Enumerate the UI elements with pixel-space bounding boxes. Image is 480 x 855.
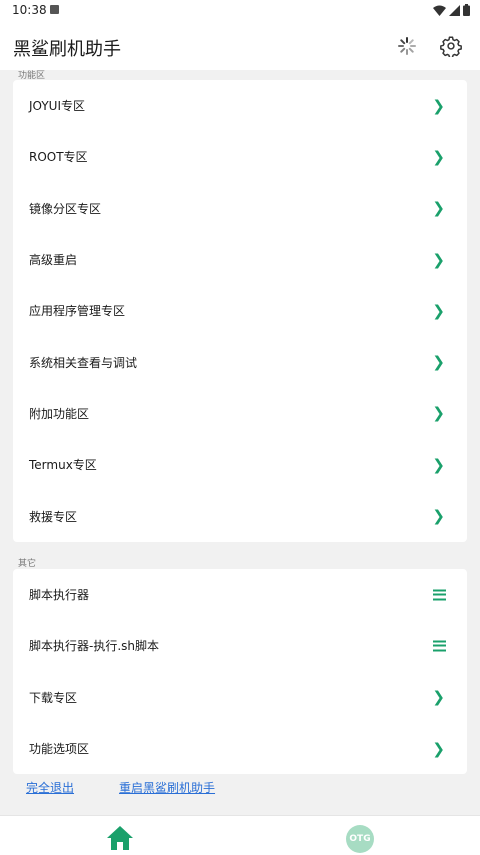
list-item-app-management[interactable]: 应用程序管理专区 ❯ bbox=[13, 285, 467, 336]
list-item-extra-features[interactable]: 附加功能区 ❯ bbox=[13, 388, 467, 439]
app-bar: 黑鲨刷机助手 bbox=[0, 22, 480, 70]
chevron-right-icon: ❯ bbox=[432, 147, 445, 166]
other-card: 脚本执行器 脚本执行器-执行.sh脚本 下载专区 ❯ 功能选项区 ❯ bbox=[13, 569, 467, 775]
loading-button[interactable] bbox=[394, 33, 420, 59]
chevron-right-icon: ❯ bbox=[432, 688, 445, 707]
features-card: JOYUI专区 ❯ ROOT专区 ❯ 镜像分区专区 ❯ 高级重启 ❯ 应用程序管理专区 ❯… bbox=[13, 80, 467, 542]
footer-links: 完全退出 重启黑鲨刷机助手 bbox=[26, 779, 215, 796]
list-item-label: 高级重启 bbox=[29, 253, 78, 268]
restart-app-link[interactable]: 重启黑鲨刷机助手 bbox=[119, 779, 215, 796]
list-item-rescue[interactable]: 救援专区 ❯ bbox=[13, 490, 467, 541]
wifi-icon bbox=[433, 5, 446, 16]
chevron-right-icon: ❯ bbox=[432, 301, 445, 320]
list-item-label: 附加功能区 bbox=[29, 406, 90, 421]
list-item-label: Termux专区 bbox=[29, 458, 97, 473]
list-item-script-runner-sh[interactable]: 脚本执行器-执行.sh脚本 bbox=[13, 620, 467, 671]
settings-button[interactable] bbox=[438, 33, 464, 59]
list-item-label: 脚本执行器-执行.sh脚本 bbox=[29, 639, 160, 654]
chevron-right-icon: ❯ bbox=[432, 250, 445, 269]
status-icons bbox=[433, 3, 470, 17]
chevron-right-icon: ❯ bbox=[432, 455, 445, 474]
menu-icon bbox=[433, 589, 446, 601]
nav-otg-button[interactable]: OTG bbox=[346, 825, 374, 853]
chevron-right-icon: ❯ bbox=[432, 507, 445, 526]
list-item-label: 系统相关查看与调试 bbox=[29, 355, 138, 370]
list-item-label: 应用程序管理专区 bbox=[29, 304, 126, 319]
chevron-right-icon: ❯ bbox=[432, 199, 445, 218]
list-item-script-runner[interactable]: 脚本执行器 bbox=[13, 569, 467, 620]
list-item-label: 救援专区 bbox=[29, 509, 78, 524]
app-title: 黑鲨刷机助手 bbox=[13, 39, 121, 60]
list-item-label: 镜像分区专区 bbox=[29, 201, 102, 216]
list-item-label: 脚本执行器 bbox=[29, 588, 90, 603]
list-item-feature-options[interactable]: 功能选项区 ❯ bbox=[13, 723, 467, 774]
list-item-termux[interactable]: Termux专区 ❯ bbox=[13, 439, 467, 490]
gear-icon bbox=[440, 36, 462, 57]
battery-icon bbox=[463, 4, 470, 16]
list-item-label: ROOT专区 bbox=[29, 150, 88, 165]
notification-icon bbox=[50, 5, 59, 14]
chevron-right-icon: ❯ bbox=[432, 404, 445, 423]
list-item-system-debug[interactable]: 系统相关查看与调试 ❯ bbox=[13, 336, 467, 387]
home-icon bbox=[107, 826, 133, 850]
exit-link[interactable]: 完全退出 bbox=[26, 779, 74, 796]
list-item-advanced-reboot[interactable]: 高级重启 ❯ bbox=[13, 234, 467, 285]
status-bar: 10:38 bbox=[0, 0, 480, 22]
loading-icon bbox=[398, 37, 416, 55]
nav-home-button[interactable] bbox=[106, 824, 134, 852]
list-item-label: 功能选项区 bbox=[29, 742, 90, 757]
list-item-label: JOYUI专区 bbox=[29, 99, 85, 114]
chevron-right-icon: ❯ bbox=[432, 96, 445, 115]
list-item-joyui[interactable]: JOYUI专区 ❯ bbox=[13, 80, 467, 131]
bottom-nav: OTG bbox=[0, 815, 480, 855]
section-label-other: 其它 bbox=[18, 559, 37, 569]
list-item-label: 下载专区 bbox=[29, 690, 78, 705]
status-time: 10:38 bbox=[12, 3, 47, 17]
list-item-downloads[interactable]: 下载专区 ❯ bbox=[13, 672, 467, 723]
signal-icon bbox=[449, 4, 460, 16]
chevron-right-icon: ❯ bbox=[432, 353, 445, 372]
chevron-right-icon: ❯ bbox=[432, 739, 445, 758]
list-item-image-partition[interactable]: 镜像分区专区 ❯ bbox=[13, 183, 467, 234]
menu-icon bbox=[433, 640, 446, 652]
list-item-root[interactable]: ROOT专区 ❯ bbox=[13, 131, 467, 182]
